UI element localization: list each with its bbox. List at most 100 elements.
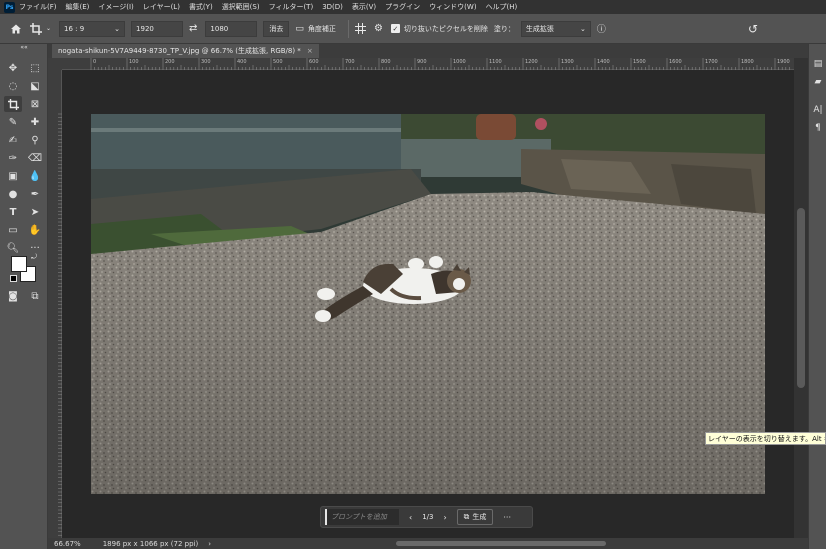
history-brush-tool-icon[interactable]: ✑ bbox=[4, 150, 22, 166]
lasso-tool-icon[interactable]: ◌ bbox=[4, 78, 22, 94]
document-tab[interactable]: nogata-shikun-5V7A9449-8730_TP_V.jpg @ 6… bbox=[52, 44, 319, 58]
aspect-ratio-value: 16 : 9 bbox=[64, 24, 85, 33]
gear-icon[interactable]: ⚙ bbox=[374, 23, 383, 34]
info-icon[interactable]: ⓘ bbox=[597, 22, 606, 35]
ruler-tick-label: 1800 bbox=[741, 59, 754, 65]
cat-on-gravel-photo bbox=[91, 114, 765, 494]
delete-cropped-checkbox[interactable]: ✓ bbox=[390, 24, 400, 33]
document-tab-bar: nogata-shikun-5V7A9449-8730_TP_V.jpg @ 6… bbox=[48, 44, 808, 58]
quick-mask-icon[interactable]: ◙ bbox=[4, 288, 22, 304]
vertical-scrollbar[interactable] bbox=[794, 58, 808, 538]
menu-edit[interactable]: 編集(E) bbox=[66, 2, 90, 12]
eyedropper-tool-icon[interactable]: ✎ bbox=[4, 114, 22, 130]
gradient-tool-icon[interactable]: ▣ bbox=[4, 168, 22, 184]
brush-tool-icon[interactable]: ✍ bbox=[4, 132, 22, 148]
ruler-tick-label: 1900 bbox=[777, 59, 790, 65]
right-panel-strip: ▤ ▰ A| ¶ bbox=[808, 44, 826, 549]
stamp-tool-icon[interactable]: ⚲ bbox=[26, 132, 44, 148]
frame-tool-icon[interactable]: ⊠ bbox=[26, 96, 44, 112]
vertical-scrollbar-thumb[interactable] bbox=[797, 208, 805, 388]
foreground-color-swatch[interactable] bbox=[11, 256, 27, 272]
reset-icon[interactable]: ↺ bbox=[748, 22, 758, 36]
menu-help[interactable]: ヘルプ(H) bbox=[486, 2, 518, 12]
ruler-tick-label: 1500 bbox=[633, 59, 646, 65]
tooltip: レイヤーの表示を切り替えます。Alt キ bbox=[705, 432, 826, 445]
generate-button[interactable]: ⧉ 生成 bbox=[456, 509, 494, 525]
type-tool-icon[interactable]: T bbox=[4, 204, 22, 220]
straighten-label[interactable]: 角度補正 bbox=[308, 24, 336, 34]
move-tool-icon[interactable]: ✥ bbox=[4, 60, 22, 76]
variation-counter: 1/3 bbox=[422, 513, 434, 521]
home-icon[interactable] bbox=[10, 23, 22, 35]
menu-type[interactable]: 書式(Y) bbox=[189, 2, 213, 12]
healing-brush-tool-icon[interactable]: ✚ bbox=[26, 114, 44, 130]
blur-tool-icon[interactable]: 💧 bbox=[26, 168, 44, 184]
menu-bar: Ps ファイル(F) 編集(E) イメージ(I) レイヤー(L) 書式(Y) 選… bbox=[0, 0, 826, 14]
learn-panel-icon[interactable]: ▤ bbox=[812, 58, 824, 70]
status-menu-arrow[interactable]: › bbox=[208, 540, 211, 548]
ruler-tick-label: 1100 bbox=[489, 59, 502, 65]
ruler-tick-label: 100 bbox=[129, 59, 139, 65]
zoom-tool-icon[interactable]: 🔍︎ bbox=[4, 240, 22, 256]
aspect-ratio-select[interactable]: 16 : 9 ⌄ bbox=[59, 20, 126, 37]
ruler-tick-label: 1000 bbox=[453, 59, 466, 65]
status-bar: 66.67% 1896 px x 1066 px (72 ppi) › bbox=[48, 538, 808, 549]
generate-label: 生成 bbox=[472, 513, 487, 521]
crop-tool-preset-icon[interactable]: ⌄ bbox=[30, 22, 51, 35]
width-input[interactable]: 1920 bbox=[131, 20, 184, 37]
more-options-button[interactable]: ··· bbox=[503, 513, 511, 522]
hand-tool-icon[interactable]: ✋ bbox=[26, 222, 44, 238]
document-image[interactable] bbox=[91, 114, 765, 494]
straighten-icon[interactable]: ▭ bbox=[295, 24, 304, 34]
object-selection-tool-icon[interactable]: ⬕ bbox=[26, 78, 44, 94]
fill-select[interactable]: 生成拡張 ⌄ bbox=[520, 20, 591, 37]
marquee-tool-icon[interactable]: ⬚ bbox=[26, 60, 44, 76]
tools-panel: «« ✥ ⬚ ◌ ⬕ ⊠ ✎ ✚ ✍ ⚲ ✑ ⌫ ▣ 💧 ● ✒ T ➤ ▭ ✋… bbox=[0, 44, 48, 549]
ruler-tick-label: 200 bbox=[165, 59, 175, 65]
close-icon[interactable]: × bbox=[307, 47, 313, 55]
menu-layer[interactable]: レイヤー(L) bbox=[143, 2, 180, 12]
swap-colors-icon[interactable]: ⤾ bbox=[29, 252, 39, 262]
eraser-tool-icon[interactable]: ⌫ bbox=[26, 150, 44, 166]
ruler-corner bbox=[48, 58, 62, 70]
chevron-down-icon: ⌄ bbox=[580, 24, 586, 33]
collapse-icon[interactable]: «« bbox=[15, 39, 33, 55]
paragraph-panel-icon[interactable]: ¶ bbox=[812, 122, 824, 134]
clear-button[interactable]: 消去 bbox=[263, 20, 290, 37]
ruler-tick-label: 300 bbox=[201, 59, 211, 65]
horizontal-scrollbar-thumb[interactable] bbox=[396, 541, 606, 546]
next-variation-button[interactable]: › bbox=[443, 513, 446, 522]
default-colors-icon[interactable] bbox=[10, 275, 17, 282]
menu-plugins[interactable]: プラグイン bbox=[385, 2, 420, 12]
menu-view[interactable]: 表示(V) bbox=[352, 2, 376, 12]
menu-filter[interactable]: フィルター(T) bbox=[269, 2, 314, 12]
canvas-area[interactable] bbox=[62, 70, 794, 538]
ruler-tick-label: 800 bbox=[381, 59, 391, 65]
comments-panel-icon[interactable]: ▰ bbox=[812, 76, 824, 88]
swap-icon[interactable]: ⇄ bbox=[189, 23, 197, 34]
character-panel-icon[interactable]: A| bbox=[812, 104, 824, 116]
menu-3d[interactable]: 3D(D) bbox=[322, 3, 343, 11]
ruler-tick-label: 700 bbox=[345, 59, 355, 65]
path-selection-tool-icon[interactable]: ➤ bbox=[26, 204, 44, 220]
height-input[interactable]: 1080 bbox=[205, 20, 258, 37]
pen-tool-icon[interactable]: ✒ bbox=[26, 186, 44, 202]
zoom-level[interactable]: 66.67% bbox=[54, 540, 81, 548]
overlay-grid-icon[interactable] bbox=[354, 23, 366, 34]
ruler-tick-label: 1600 bbox=[669, 59, 682, 65]
dodge-tool-icon[interactable]: ● bbox=[4, 186, 22, 202]
previous-variation-button[interactable]: ‹ bbox=[409, 513, 412, 522]
menu-image[interactable]: イメージ(I) bbox=[98, 2, 133, 12]
prompt-input[interactable] bbox=[325, 509, 399, 525]
crop-tool-icon[interactable] bbox=[4, 96, 22, 112]
menu-select[interactable]: 選択範囲(S) bbox=[222, 2, 260, 12]
screen-mode-icon[interactable]: ⧉ bbox=[26, 288, 44, 304]
ruler-tick-label: 600 bbox=[309, 59, 319, 65]
ruler-tick-label: 0 bbox=[93, 59, 97, 65]
generate-icon: ⧉ bbox=[463, 512, 470, 521]
vertical-ruler bbox=[48, 70, 62, 538]
rectangle-tool-icon[interactable]: ▭ bbox=[4, 222, 22, 238]
menu-file[interactable]: ファイル(F) bbox=[19, 2, 57, 12]
vertical-ruler-ticks bbox=[58, 113, 62, 536]
menu-window[interactable]: ウィンドウ(W) bbox=[429, 2, 476, 12]
